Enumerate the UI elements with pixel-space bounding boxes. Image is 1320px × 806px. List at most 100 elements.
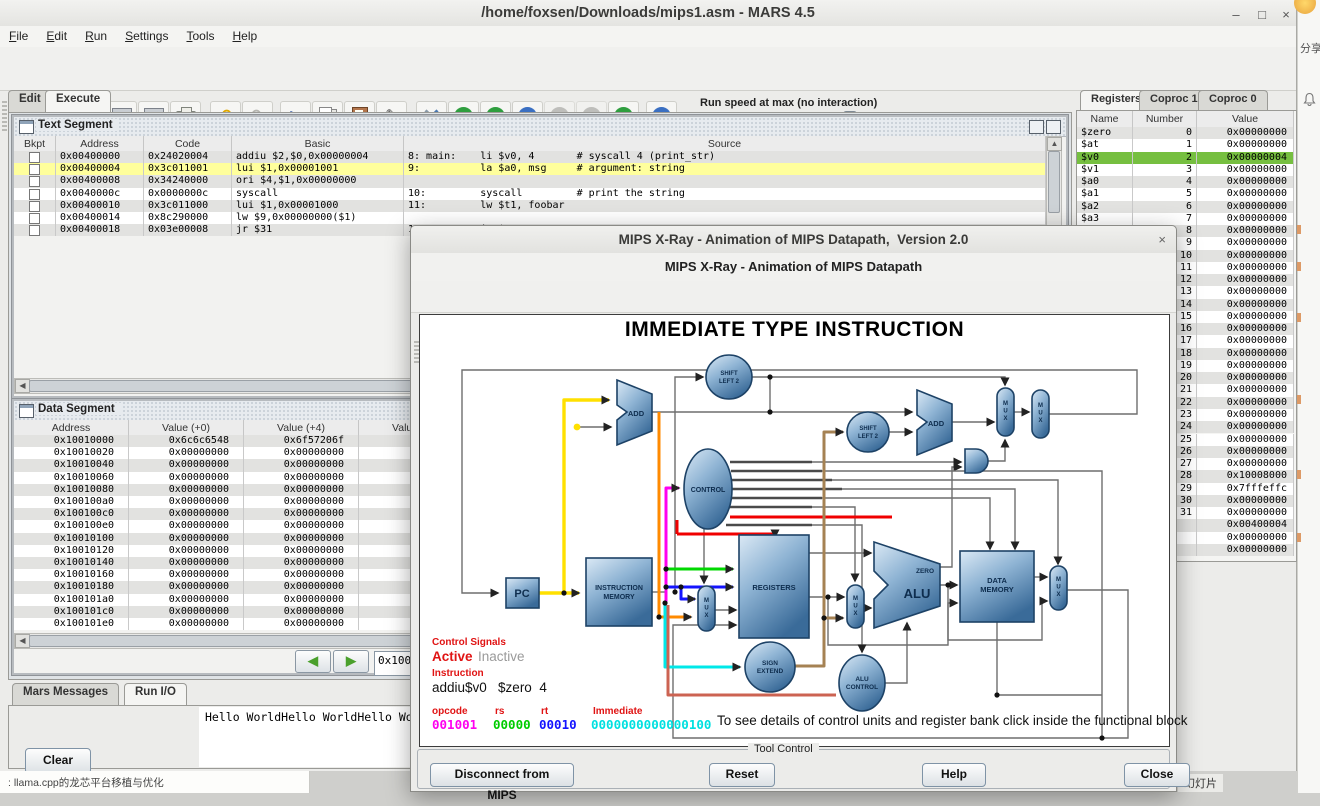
menu-file[interactable]: File — [0, 26, 37, 47]
mips-xray-dialog: MIPS X-Ray - Animation of MIPS Datapath,… — [410, 225, 1177, 792]
svg-text:M: M — [853, 596, 858, 602]
svg-text:U: U — [1056, 585, 1060, 591]
rs-value: 00000 — [493, 717, 531, 732]
col-header[interactable]: Number — [1133, 111, 1197, 127]
col-header[interactable]: Bkpt — [14, 136, 56, 151]
scroll-marker — [1297, 395, 1301, 404]
col-header[interactable]: Code — [144, 136, 232, 151]
reset-tool-button[interactable]: Reset — [709, 763, 775, 787]
maximize-button[interactable]: □ — [1254, 7, 1270, 22]
register-row[interactable]: $a040x00000000 — [1077, 176, 1294, 188]
immediate-value: 0000000000000100 — [591, 717, 711, 732]
text-segment-row[interactable]: 0x004000080x34240000ori $4,$1,0x00000000 — [14, 175, 1046, 187]
col-header[interactable]: Value (+0) — [129, 420, 244, 435]
data-next-button[interactable]: ▶ — [333, 650, 369, 673]
breakpoint-checkbox[interactable] — [29, 176, 40, 187]
col-header[interactable]: Name — [1077, 111, 1133, 127]
text-segment-row[interactable]: 0x0040000c0x0000000csyscall10: syscall #… — [14, 188, 1046, 200]
share-label: 分享 — [1300, 40, 1320, 56]
menu-settings[interactable]: Settings — [116, 26, 177, 47]
register-row[interactable]: $at10x00000000 — [1077, 139, 1294, 151]
svg-text:SIGN: SIGN — [762, 660, 778, 667]
tool-control-label: Tool Control — [748, 743, 819, 755]
close-button[interactable]: × — [1278, 7, 1294, 22]
col-header[interactable]: Value — [1197, 111, 1294, 127]
rt-label: rt — [541, 706, 548, 717]
dialog-titlebar[interactable]: MIPS X-Ray - Animation of MIPS Datapath,… — [411, 226, 1176, 254]
text-segment-row[interactable]: 0x004000100x3c011000lui $1,0x0000100011:… — [14, 200, 1046, 212]
text-segment-row[interactable]: 0x004000000x24020004addiu $2,$0,0x000000… — [14, 151, 1046, 163]
inactive-label: Inactive — [478, 649, 525, 664]
svg-text:M: M — [1038, 403, 1043, 409]
scroll-marker — [1297, 262, 1301, 271]
maximize-frame-icon[interactable] — [1046, 120, 1061, 134]
text-segment-row[interactable]: 0x004000140x8c290000lw $9,0x00000000($1) — [14, 212, 1046, 224]
text-segment-row[interactable]: 0x004000040x3c011001lui $1,0x000010019: … — [14, 163, 1046, 175]
tool-control-group: Tool Control Disconnect from MIPS Reset … — [417, 749, 1170, 789]
breakpoint-checkbox[interactable] — [29, 201, 40, 212]
restore-icon[interactable] — [1029, 120, 1044, 134]
col-header[interactable]: Address — [14, 420, 129, 435]
toolbar: 0101 ↶ ↷ ✂ ✎ ▶ ▶1 ◀1 ▮▮ ■ ↺ ? Run speed … — [0, 47, 1296, 91]
tab-mars-messages[interactable]: Mars Messages — [12, 683, 119, 705]
svg-text:MEMORY: MEMORY — [980, 585, 1013, 594]
register-row[interactable]: $a260x00000000 — [1077, 201, 1294, 213]
dialog-close-button[interactable]: × — [1158, 232, 1166, 247]
window-icon — [19, 120, 34, 134]
col-header[interactable]: Address — [56, 136, 144, 151]
register-row[interactable]: $v130x00000000 — [1077, 164, 1294, 176]
col-header[interactable]: Value (+4) — [244, 420, 359, 435]
register-row[interactable]: $v020x00000004 — [1077, 152, 1294, 164]
col-header[interactable]: Source — [404, 136, 1046, 151]
disconnect-button[interactable]: Disconnect from MIPS — [430, 763, 574, 787]
menu-run[interactable]: Run — [76, 26, 116, 47]
breakpoint-checkbox[interactable] — [29, 225, 40, 236]
tab-run-io[interactable]: Run I/O — [124, 683, 187, 705]
help-tool-button[interactable]: Help — [922, 763, 986, 787]
svg-text:CONTROL: CONTROL — [846, 684, 878, 691]
breakpoint-checkbox[interactable] — [29, 213, 40, 224]
col-header[interactable]: Basic — [232, 136, 404, 151]
menu-tools[interactable]: Tools — [177, 26, 223, 47]
registers-header: NameNumberValue — [1077, 111, 1294, 128]
dialog-toolbar: ▶ 1 — [411, 281, 1176, 313]
datapath-diagram[interactable]: IMMEDIATE TYPE INSTRUCTION — [419, 314, 1170, 747]
data-prev-button[interactable]: ◀ — [295, 650, 331, 673]
breakpoint-checkbox[interactable] — [29, 164, 40, 175]
menu-help[interactable]: Help — [223, 26, 266, 47]
tab-coproc0[interactable]: Coproc 0 — [1198, 90, 1268, 112]
tab-execute[interactable]: Execute — [45, 90, 111, 112]
menu-edit[interactable]: Edit — [37, 26, 76, 47]
svg-text:SHIFT: SHIFT — [720, 371, 738, 377]
text-segment-titlebar[interactable]: Text Segment — [14, 117, 1066, 137]
svg-text:U: U — [1038, 411, 1042, 417]
text-segment-title: Text Segment — [36, 119, 119, 131]
breakpoint-checkbox[interactable] — [29, 152, 40, 163]
alu-label: ALU — [904, 586, 931, 601]
close-tool-button[interactable]: Close — [1124, 763, 1190, 787]
svg-text:X: X — [1038, 418, 1042, 424]
breakpoint-checkbox[interactable] — [29, 189, 40, 200]
register-row[interactable]: $a150x00000000 — [1077, 188, 1294, 200]
data-segment-title: Data Segment — [36, 403, 121, 415]
svg-text:X: X — [704, 613, 708, 619]
text-segment-header: BkptAddressCodeBasicSource — [14, 136, 1046, 152]
svg-text:ALU: ALU — [855, 676, 869, 683]
alu-box — [874, 542, 940, 628]
active-label: Active — [432, 649, 473, 664]
title-bar[interactable]: /home/foxsen/Downloads/mips1.asm - MARS … — [0, 0, 1296, 27]
register-row[interactable]: $a370x00000000 — [1077, 213, 1294, 225]
toolbar-grip — [2, 99, 7, 131]
bell-icon — [1302, 92, 1317, 107]
svg-text:U: U — [1003, 409, 1007, 415]
scroll-marker — [1297, 225, 1301, 234]
svg-text:DATA: DATA — [987, 576, 1007, 585]
svg-text:U: U — [853, 604, 857, 610]
register-row[interactable]: $zero00x00000000 — [1077, 127, 1294, 139]
and-gate — [965, 449, 988, 473]
minimize-button[interactable]: – — [1228, 7, 1244, 22]
svg-text:X: X — [1056, 592, 1060, 598]
run-speed-label: Run speed at max (no interaction) — [700, 97, 877, 109]
window-title: /home/foxsen/Downloads/mips1.asm - MARS … — [0, 5, 1296, 21]
window-icon — [19, 404, 34, 418]
